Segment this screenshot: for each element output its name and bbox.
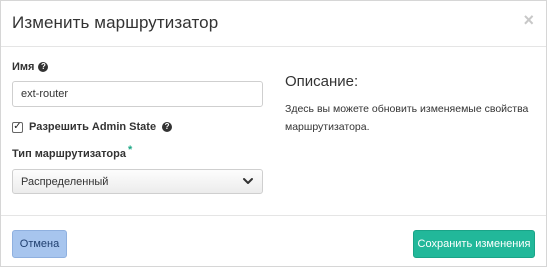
name-label: Имя ? [12,61,49,73]
edit-router-dialog: Изменить маршрутизатор × Имя ? ✓ Разреши… [0,0,547,267]
dialog-footer: Отмена Сохранить изменения [1,215,546,267]
admin-state-row: ✓ Разрешить Admin State ? [12,121,173,133]
close-icon[interactable]: × [523,11,534,29]
admin-state-label: Разрешить Admin State [29,121,157,133]
dialog-title: Изменить маршрутизатор [12,13,219,32]
description-text: Здесь вы можете обновить изменяемые свой… [285,103,529,133]
router-type-label: Тип маршрутизатора * [12,144,132,160]
question-circle-icon[interactable]: ? [38,62,49,72]
save-changes-button[interactable]: Сохранить изменения [413,230,535,258]
cancel-button[interactable]: Отмена [12,230,67,258]
name-label-text: Имя [12,61,35,73]
router-type-select[interactable]: Распределенный [12,169,263,194]
dialog-body: Имя ? ✓ Разрешить Admin State ? Тип марш… [1,47,546,215]
required-mark: * [127,144,133,156]
question-circle-icon[interactable]: ? [162,122,173,132]
router-type-label-text: Тип маршрутизатора [12,148,126,160]
name-input[interactable] [12,81,263,107]
description-title: Описание: [285,73,359,90]
admin-state-checkbox[interactable]: ✓ [12,121,23,133]
chevron-down-icon [243,178,253,184]
dialog-header: Изменить маршрутизатор × [1,1,546,47]
router-type-selected: Распределенный [21,175,109,188]
